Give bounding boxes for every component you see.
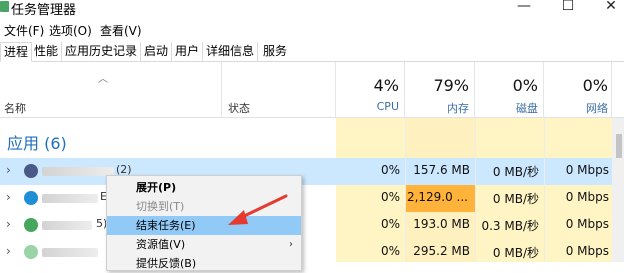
arrow-head [228, 210, 248, 225]
arrow-shaft [238, 194, 288, 220]
red-arrow-annotation [228, 194, 288, 225]
